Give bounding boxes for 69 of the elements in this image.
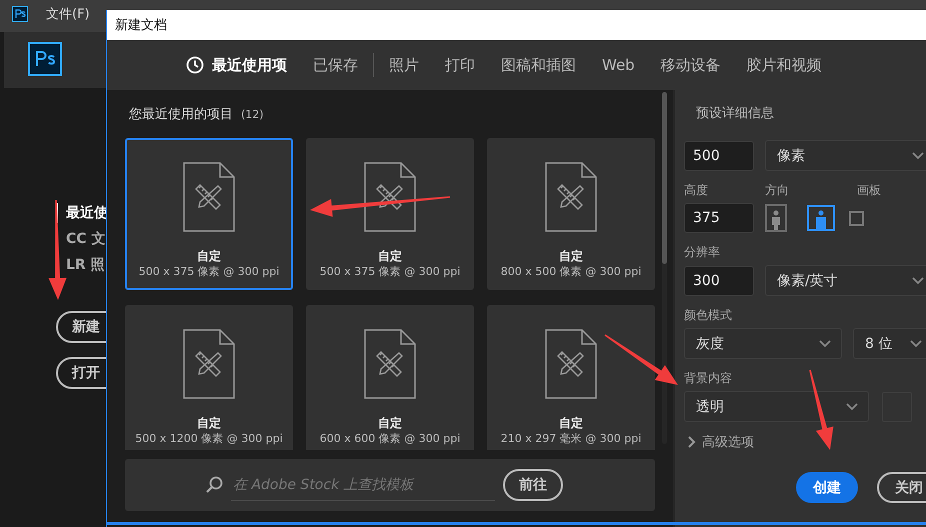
preset-size: 500 x 375 像素 @ 300 ppi (138, 264, 280, 280)
preset-name: 自定 (559, 415, 583, 431)
advanced-toggle[interactable]: 高级选项 (688, 432, 754, 452)
section-heading: 您最近使用的项目 (129, 106, 233, 123)
dropdown[interactable]: 灰度 (684, 328, 842, 359)
tab[interactable]: 照片 (376, 50, 432, 80)
document-icon (545, 329, 597, 399)
preset-size: 500 x 1200 像素 @ 300 ppi (135, 431, 283, 447)
chevron-down-icon (912, 152, 924, 160)
field-label: 画板 (857, 182, 881, 198)
preset-name: 自定 (559, 248, 583, 264)
input-field[interactable]: 500 (684, 140, 754, 170)
document-icon (183, 162, 235, 232)
document-icon (545, 162, 597, 232)
preset-size: 800 x 500 像素 @ 300 ppi (500, 264, 642, 280)
preset-card[interactable]: 自定 500 x 375 像素 @ 300 ppi (125, 138, 293, 290)
dropdown[interactable]: 透明 (684, 391, 869, 422)
app-logo-icon (28, 42, 62, 76)
tab[interactable]: 打印 (432, 50, 488, 80)
chevron-down-icon (912, 276, 924, 284)
app-logo-icon (12, 6, 28, 22)
document-icon (364, 162, 416, 232)
window-title: 新建文档 (115, 17, 167, 34)
field-label: 高度 (684, 182, 709, 198)
chevron-down-icon (819, 340, 831, 348)
tab[interactable]: Web (589, 50, 648, 80)
panel-title: 预设详细信息 (696, 105, 775, 123)
field-label: 背景内容 (684, 370, 733, 386)
field-label: 方向 (765, 182, 790, 198)
checkbox[interactable] (849, 210, 864, 226)
preset-card[interactable]: 自定 800 x 500 像素 @ 300 ppi (487, 138, 655, 290)
tab[interactable]: 胶片和视频 (734, 50, 835, 80)
search-field[interactable]: 在 Adobe Stock 上查找模板 (205, 469, 495, 501)
field-label: 分辨率 (684, 244, 721, 260)
input-field[interactable]: 300 (684, 266, 754, 296)
preset-size: 600 x 600 像素 @ 300 ppi (320, 431, 460, 447)
chevron-down-icon (846, 402, 858, 410)
chevron-down-icon (910, 340, 922, 348)
preset-name: 自定 (197, 248, 221, 264)
dropdown[interactable]: 像素 (765, 140, 926, 171)
document-icon (364, 329, 416, 399)
preset-size: 500 x 375 像素 @ 300 ppi (320, 264, 460, 280)
preset-name: 自定 (378, 248, 402, 264)
field-label: 颜色模式 (684, 307, 733, 323)
menu-item[interactable]: 文件(F) (46, 6, 90, 24)
preset-name: 自定 (378, 415, 402, 431)
go-button[interactable]: 前往 (503, 469, 563, 501)
portrait-button[interactable] (765, 204, 787, 232)
search-icon (205, 476, 223, 494)
close-button[interactable]: 关闭 (877, 472, 926, 503)
preset-card[interactable]: 自定 210 x 297 毫米 @ 300 ppi (487, 305, 655, 450)
landscape-button[interactable] (807, 205, 835, 231)
chevron-right-icon (688, 436, 696, 448)
dropdown[interactable]: 8 位 (853, 328, 926, 359)
tab[interactable]: 图稿和插图 (488, 50, 589, 80)
input-field[interactable]: 375 (684, 203, 754, 233)
tab[interactable]: 最近使用项 (173, 50, 300, 80)
preset-name: 自定 (197, 415, 221, 431)
create-button[interactable]: 创建 (796, 472, 858, 503)
item-count: (12) (241, 108, 264, 120)
preset-size: 210 x 297 毫米 @ 300 ppi (500, 431, 642, 447)
clock-icon (186, 56, 204, 74)
tab[interactable]: 已保存 (300, 50, 371, 80)
document-icon (183, 329, 235, 399)
dropdown[interactable]: 像素/英寸 (765, 265, 926, 296)
preset-card[interactable]: 自定 600 x 600 像素 @ 300 ppi (306, 305, 474, 450)
tab[interactable]: 移动设备 (648, 50, 734, 80)
preset-card[interactable]: 自定 500 x 1200 像素 @ 300 ppi (125, 305, 293, 450)
preset-card[interactable]: 自定 500 x 375 像素 @ 300 ppi (306, 138, 474, 290)
